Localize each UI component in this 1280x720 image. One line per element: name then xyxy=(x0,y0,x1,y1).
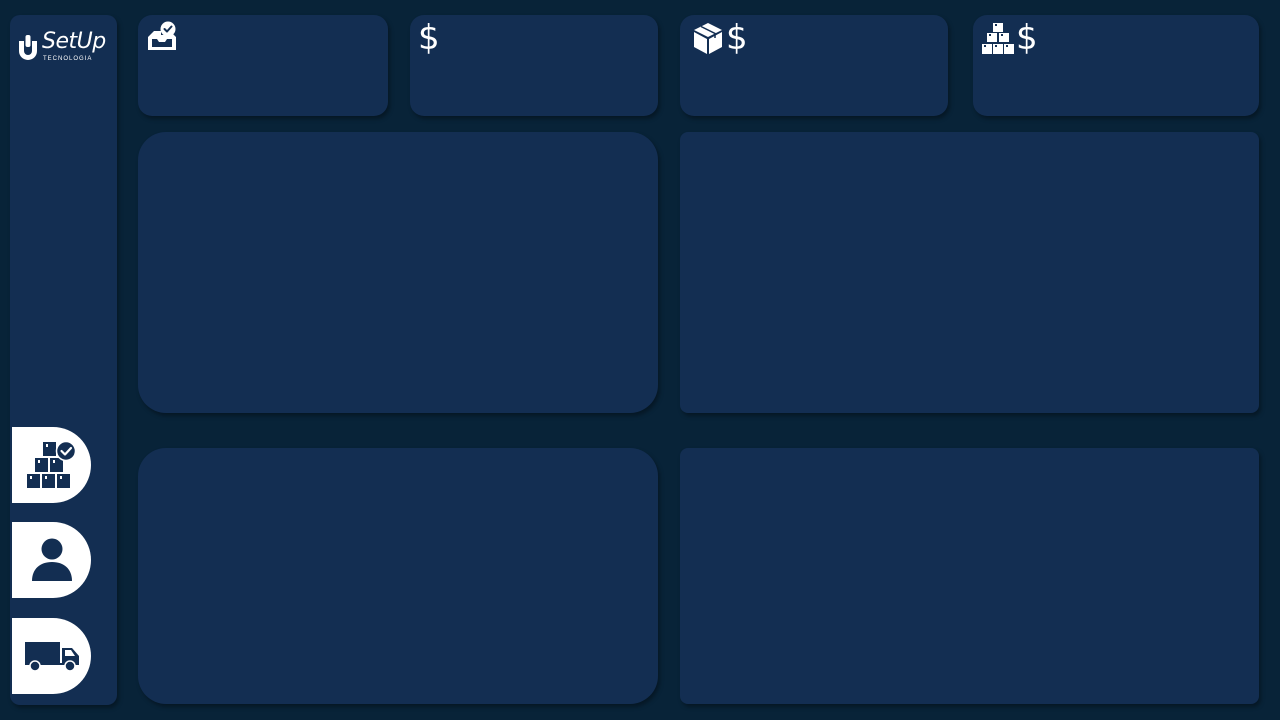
kpi-card-stock-value: $ xyxy=(973,15,1259,116)
setup-logo-icon xyxy=(19,35,37,60)
nav-delivery-button[interactable] xyxy=(12,618,91,694)
boxes-icon xyxy=(982,23,1014,54)
box-icon xyxy=(694,23,722,54)
user-icon xyxy=(31,538,72,581)
kpi-card-revenue: $ xyxy=(410,15,658,116)
chart-panel-top-right xyxy=(680,132,1259,413)
truck-icon xyxy=(24,642,79,672)
inbox-check-icon xyxy=(148,21,176,50)
dollar-icon: $ xyxy=(418,18,440,58)
dollar-icon: $ xyxy=(1016,18,1038,58)
chart-panel-bottom-right xyxy=(680,448,1259,704)
nav-customers-button[interactable] xyxy=(12,522,91,598)
nav-stock-button[interactable] xyxy=(12,427,91,503)
dollar-icon: $ xyxy=(726,18,748,58)
boxes-check-icon xyxy=(26,440,76,488)
brand-name: SetUp xyxy=(42,29,106,54)
chart-panel-bottom-left xyxy=(138,448,658,704)
brand-tagline: TECNOLOGIA xyxy=(43,56,93,62)
chart-panel-top-left xyxy=(138,132,658,413)
kpi-card-product-value: $ xyxy=(680,15,948,116)
brand-logo: SetUp TECNOLOGIA xyxy=(16,29,112,69)
sidebar: SetUp TECNOLOGIA xyxy=(10,15,117,705)
kpi-card-orders xyxy=(138,15,388,116)
